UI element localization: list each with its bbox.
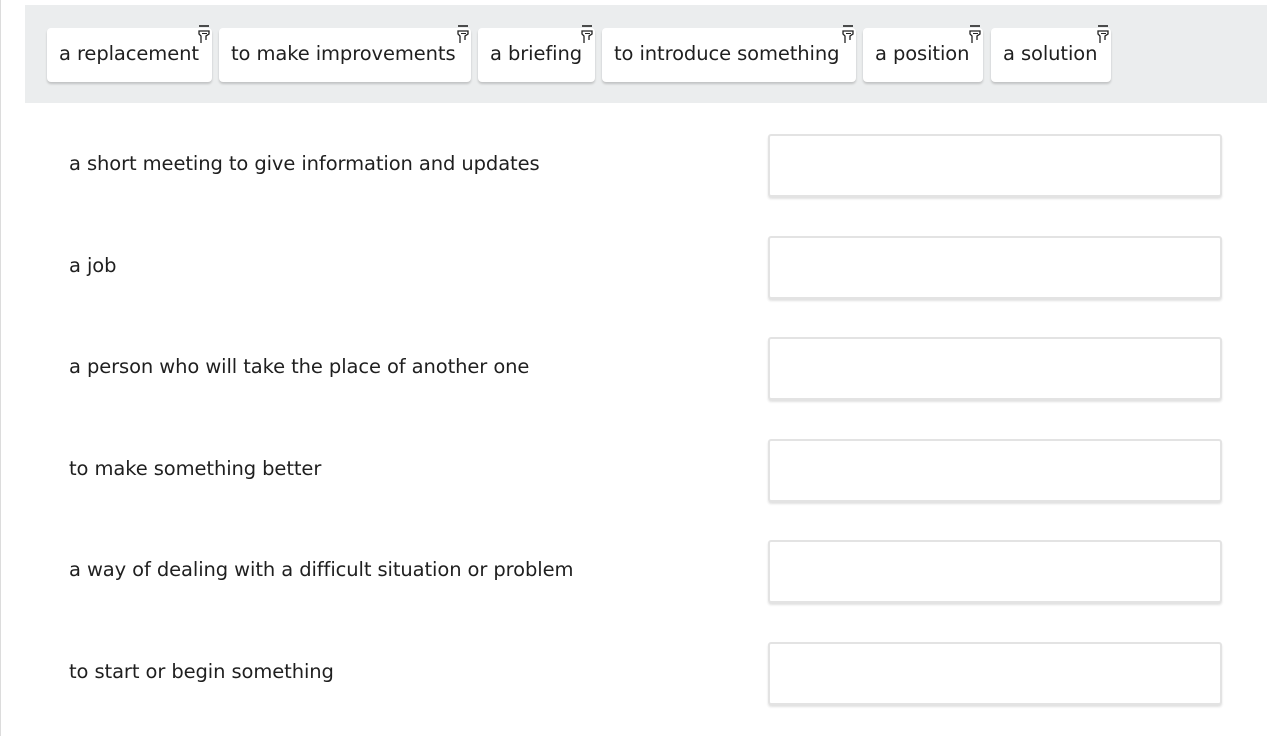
chip-label: to make improvements — [231, 42, 456, 65]
definition-text: to make something better — [69, 457, 322, 480]
draggable-chip-introduce-something[interactable]: to introduce something — [602, 25, 856, 82]
answer-dropzone[interactable] — [768, 439, 1222, 502]
definition-text: to start or begin something — [69, 660, 334, 683]
hand-pointer-icon — [966, 24, 984, 44]
draggable-chip-make-improvements[interactable]: to make improvements — [219, 25, 471, 82]
answer-dropzone[interactable] — [768, 236, 1222, 299]
definition-text: a short meeting to give information and … — [69, 152, 540, 175]
draggable-chip-solution[interactable]: a solution — [991, 25, 1111, 82]
draggable-chip-replacement[interactable]: a replacement — [47, 25, 212, 82]
word-bank: a replacement to make improvements a bri… — [25, 5, 1267, 103]
chip-label: to introduce something — [614, 42, 840, 65]
match-row: to make something better — [1, 425, 1286, 515]
draggable-chip-briefing[interactable]: a briefing — [478, 25, 595, 82]
hand-pointer-icon — [454, 24, 472, 44]
exercise-frame: a replacement to make improvements a bri… — [0, 0, 1286, 736]
definition-text: a job — [69, 254, 117, 277]
answer-dropzone[interactable] — [768, 642, 1222, 705]
match-row: a way of dealing with a difficult situat… — [1, 526, 1286, 616]
hand-pointer-icon — [578, 24, 596, 44]
chip-label: a briefing — [490, 42, 582, 65]
chip-label: a replacement — [59, 42, 199, 65]
definition-text: a way of dealing with a difficult situat… — [69, 558, 574, 581]
match-row: to start or begin something — [1, 628, 1286, 718]
answer-dropzone[interactable] — [768, 337, 1222, 400]
match-row: a short meeting to give information and … — [1, 120, 1286, 210]
match-row: a person who will take the place of anot… — [1, 323, 1286, 413]
hand-pointer-icon — [195, 24, 213, 44]
definition-text: a person who will take the place of anot… — [69, 355, 530, 378]
hand-pointer-icon — [839, 24, 857, 44]
draggable-chip-position[interactable]: a position — [863, 25, 983, 82]
answer-dropzone[interactable] — [768, 134, 1222, 197]
answer-dropzone[interactable] — [768, 540, 1222, 603]
chip-label: a position — [875, 42, 970, 65]
match-row: a job — [1, 222, 1286, 312]
chip-label: a solution — [1003, 42, 1098, 65]
hand-pointer-icon — [1094, 24, 1112, 44]
